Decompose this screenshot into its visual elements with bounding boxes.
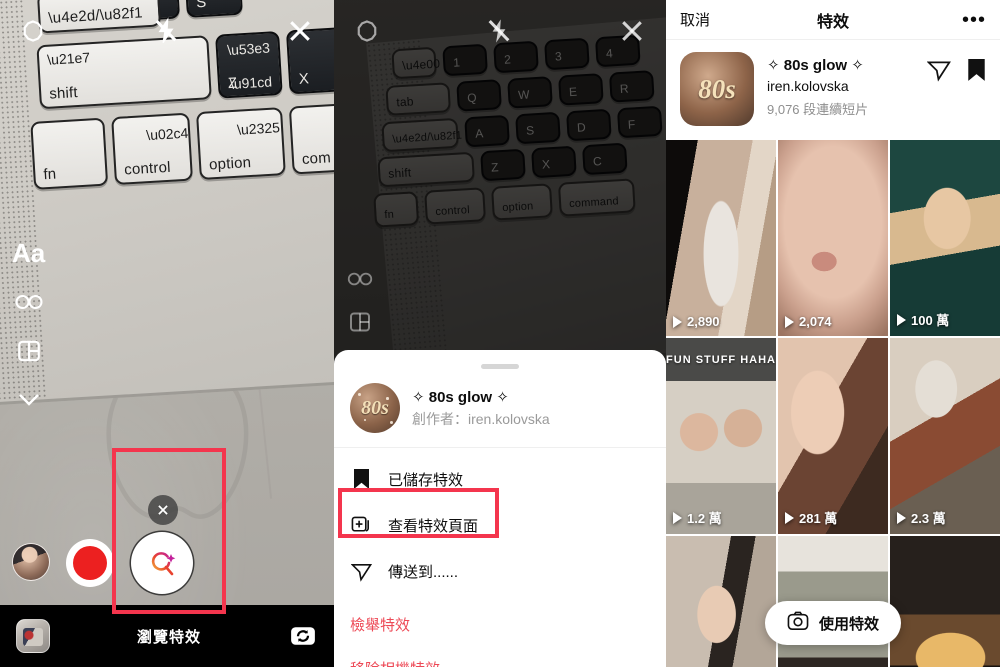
play-icon <box>785 511 794 524</box>
close-icon[interactable] <box>286 17 314 45</box>
grid-cell[interactable] <box>890 536 1000 667</box>
save-icon[interactable] <box>967 58 986 82</box>
menu-item-label: 傳送到...... <box>388 563 459 581</box>
layout-icon[interactable] <box>16 338 42 364</box>
grid-cell[interactable]: FUN STUFF HAHA 1.2 萬 <box>666 338 776 534</box>
effect-icon-label: 80s <box>698 73 736 104</box>
menu-item-label: 移除相機特效 <box>350 658 440 667</box>
more-options-icon[interactable]: ••• <box>930 10 986 30</box>
grid-cell[interactable]: 281 萬 <box>778 338 888 534</box>
flash-off-icon[interactable] <box>485 17 513 45</box>
view-count: 2.3 萬 <box>897 508 946 527</box>
reel-subject <box>890 338 1000 534</box>
boomerang-icon[interactable] <box>14 292 44 312</box>
play-icon <box>897 313 906 326</box>
panel-effect-detail: 取消 特效 ••• 80s ✧ 80s glow ✧ iren.kolovska… <box>666 0 1000 667</box>
camera-icon <box>787 611 809 635</box>
chevron-down-icon[interactable] <box>16 390 42 408</box>
browse-effects-button[interactable] <box>134 535 190 591</box>
sheet-menu: 已儲存特效 查看特效頁面 傳送到...... 檢舉特效 <box>334 448 666 667</box>
panel-camera: A B S \u4e2d/\u82f1 \u21e7shift \u53e3Z\… <box>0 0 334 667</box>
reel-subject <box>890 536 1000 667</box>
effect-name: ✧ 80s glow ✧ <box>412 388 509 406</box>
effect-creator[interactable]: iren.kolovska <box>767 78 914 94</box>
three-panel-screenshot: A B S \u4e2d/\u82f1 \u21e7shift \u53e3Z\… <box>0 0 1000 667</box>
effect-name: ✧ 80s glow ✧ <box>767 57 864 74</box>
grid-cell[interactable]: 2,074 <box>778 140 888 336</box>
grid-cell[interactable]: 2,890 <box>666 140 776 336</box>
camera-controls <box>0 495 334 591</box>
effect-thumbnail[interactable] <box>12 543 50 581</box>
play-icon <box>673 511 682 524</box>
bookmark-filled-icon <box>350 468 372 490</box>
flip-camera-icon[interactable] <box>288 621 318 651</box>
menu-item-label: 查看特效頁面 <box>388 517 479 535</box>
flash-off-icon[interactable] <box>152 17 180 45</box>
effect-page-navbar: 取消 特效 ••• <box>666 0 1000 40</box>
text-tool-icon[interactable]: Aa <box>12 240 45 266</box>
effect-reel-count: 9,076 段連續短片 <box>767 102 869 117</box>
settings-icon[interactable] <box>20 18 46 44</box>
menu-item-view-effect-page[interactable]: 查看特效頁面 <box>334 502 666 548</box>
effect-reels-grid: 2,890 2,074 100 萬 FUN STUFF HAHA 1.2 萬 2… <box>666 140 1000 667</box>
grid-cell[interactable]: 2.3 萬 <box>890 338 1000 534</box>
menu-item-label: 已儲存特效 <box>388 471 464 489</box>
view-count: 2,890 <box>673 314 720 329</box>
menu-item-remove-camera-effect[interactable]: 移除相機特效 <box>334 646 666 667</box>
send-icon <box>350 561 372 582</box>
menu-item-label: 檢舉特效 <box>350 616 411 634</box>
reel-subject <box>778 338 888 534</box>
boomerang-icon[interactable] <box>346 270 374 288</box>
play-icon <box>897 511 906 524</box>
record-button[interactable] <box>66 539 114 587</box>
camera-tool-rail <box>346 270 374 334</box>
reel-subject <box>890 140 1000 336</box>
close-effect-button[interactable] <box>148 495 178 525</box>
page-title: 特效 <box>816 13 849 31</box>
use-effect-label: 使用特效 <box>818 615 880 633</box>
layout-icon[interactable] <box>348 310 372 334</box>
camera-top-bar <box>0 0 334 62</box>
effect-page-header: 80s ✧ 80s glow ✧ iren.kolovska 9,076 段連續… <box>666 40 1000 140</box>
play-icon <box>673 315 682 328</box>
use-effect-button[interactable]: 使用特效 <box>764 601 902 645</box>
camera-top-bar <box>334 0 666 62</box>
reel-subject <box>666 536 776 667</box>
view-count: 2,074 <box>785 314 832 329</box>
menu-item-saved-effect[interactable]: 已儲存特效 <box>334 456 666 502</box>
grid-cell[interactable]: 100 萬 <box>890 140 1000 336</box>
panel-effect-sheet: \u4e00 1 2 3 4 tab Q W E R \u4e2d/\u82f1… <box>334 0 666 667</box>
effect-page-actions <box>927 52 986 82</box>
grid-cell[interactable] <box>666 536 776 667</box>
camera-bottom-bar: 瀏覽特效 <box>0 605 334 667</box>
effect-meta: ✧ 80s glow ✧ iren.kolovska 9,076 段連續短片 <box>767 52 914 118</box>
browse-effects-label: 瀏覽特效 <box>136 628 201 646</box>
reel-overlay-text: FUN STUFF HAHA <box>666 354 776 366</box>
add-to-stack-icon <box>350 515 372 536</box>
gallery-thumbnail[interactable] <box>16 619 50 653</box>
effect-avatar: 80s <box>350 383 400 433</box>
view-count: 1.2 萬 <box>673 508 722 527</box>
cancel-button[interactable]: 取消 <box>680 9 736 30</box>
close-icon[interactable] <box>618 17 646 45</box>
view-count: 100 萬 <box>897 310 949 329</box>
reel-subject <box>666 338 776 534</box>
share-icon[interactable] <box>927 58 951 82</box>
view-count: 281 萬 <box>785 508 837 527</box>
reel-subject <box>666 140 776 336</box>
effect-creator: 創作者：iren.kolovska <box>412 410 550 427</box>
sheet-header: 80s ✧ 80s glow ✧ 創作者：iren.kolovska <box>334 369 666 448</box>
effect-icon: 80s <box>680 52 754 126</box>
menu-item-send-to[interactable]: 傳送到...... <box>334 548 666 594</box>
settings-icon[interactable] <box>354 18 380 44</box>
effect-action-sheet: 80s ✧ 80s glow ✧ 創作者：iren.kolovska 已儲存特效 <box>334 350 666 667</box>
menu-item-report-effect[interactable]: 檢舉特效 <box>334 602 666 646</box>
reel-subject <box>778 140 888 336</box>
play-icon <box>785 315 794 328</box>
effect-avatar-label: 80s <box>361 396 389 419</box>
camera-tool-rail: Aa <box>12 240 45 408</box>
